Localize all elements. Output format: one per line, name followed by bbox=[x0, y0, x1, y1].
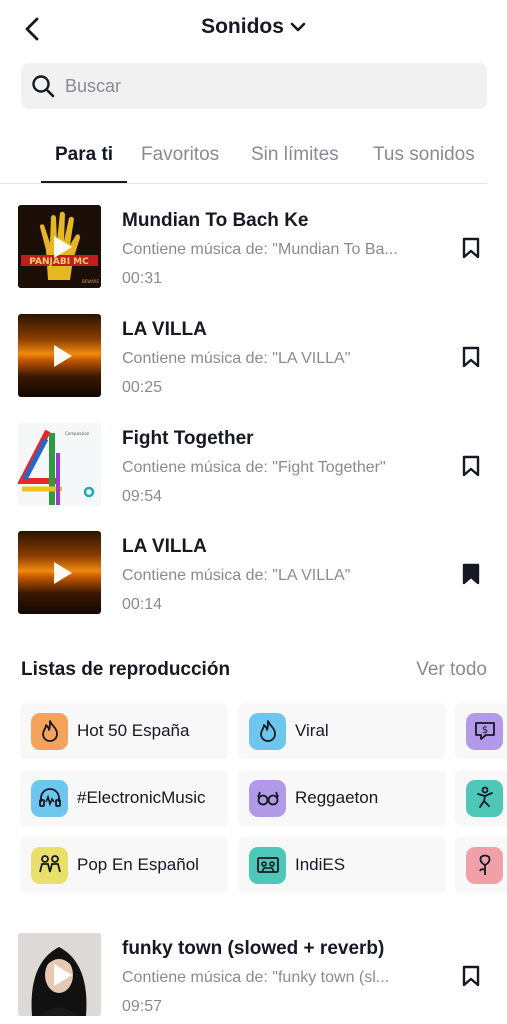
flame-icon bbox=[249, 712, 286, 750]
track-cover[interactable]: Compassion bbox=[18, 423, 101, 506]
bookmark-icon[interactable] bbox=[460, 236, 482, 260]
title-dropdown[interactable]: Sonidos bbox=[0, 15, 507, 39]
play-icon bbox=[53, 235, 72, 258]
chevron-down-icon bbox=[290, 22, 306, 32]
track-subtitle: Contiene música de: "funky town (sl... bbox=[122, 969, 390, 986]
tab-tus-sonidos[interactable]: Tus sonidos bbox=[373, 144, 475, 166]
track-cover[interactable]: PANJABI MC BEWARE bbox=[18, 205, 101, 288]
track-row[interactable]: funky town (slowed + reverb) Contiene mú… bbox=[0, 933, 507, 1017]
track-cover[interactable] bbox=[18, 531, 101, 614]
cassette-icon bbox=[249, 846, 286, 884]
playlist-label: IndiES bbox=[295, 855, 346, 874]
playlists-header: Listas de reproducción Ver todo bbox=[21, 659, 487, 685]
track-title: LA VILLA bbox=[122, 536, 207, 557]
track-row[interactable]: LA VILLA Contiene música de: "LA VILLA" … bbox=[0, 531, 507, 615]
playlist-label: #ElectronicMusic bbox=[77, 788, 206, 807]
tab-para-ti[interactable]: Para ti bbox=[55, 144, 113, 166]
tab-bar: Para ti Favoritos Sin límites Tus sonido… bbox=[0, 130, 487, 184]
track-duration: 09:54 bbox=[122, 488, 163, 505]
section-title: Listas de reproducción bbox=[21, 659, 231, 680]
bookmark-filled-icon[interactable] bbox=[460, 562, 482, 586]
rose-icon bbox=[466, 846, 503, 884]
playlist-chip[interactable]: IndiES bbox=[238, 837, 446, 893]
dancer-icon bbox=[466, 779, 503, 817]
playlist-chip[interactable] bbox=[455, 837, 507, 893]
tab-sin-limites[interactable]: Sin límites bbox=[251, 144, 339, 166]
track-title: funky town (slowed + reverb) bbox=[122, 938, 385, 959]
playlist-chip[interactable]: #ElectronicMusic bbox=[20, 770, 228, 826]
svg-text:Compassion: Compassion bbox=[65, 431, 90, 436]
header: Sonidos bbox=[0, 0, 507, 58]
play-icon bbox=[53, 963, 72, 986]
playlist-chip[interactable]: Pop En Español bbox=[20, 837, 228, 893]
number-four-artwork: Compassion bbox=[18, 423, 101, 506]
track-duration: 00:14 bbox=[122, 596, 163, 613]
track-subtitle: Contiene música de: "Mundian To Ba... bbox=[122, 241, 398, 258]
tab-favoritos[interactable]: Favoritos bbox=[141, 144, 219, 166]
track-duration: 00:31 bbox=[122, 270, 163, 287]
play-icon bbox=[53, 344, 72, 367]
playlist-chip[interactable] bbox=[455, 770, 507, 826]
playlist-label: Hot 50 España bbox=[77, 721, 190, 740]
track-title: LA VILLA bbox=[122, 319, 207, 340]
track-duration: 00:25 bbox=[122, 379, 163, 396]
playlist-chip[interactable]: Hot 50 España bbox=[20, 703, 228, 759]
sunglasses-icon bbox=[249, 779, 286, 817]
track-row[interactable]: LA VILLA Contiene música de: "LA VILLA" … bbox=[0, 314, 507, 398]
track-title: Mundian To Bach Ke bbox=[122, 210, 309, 231]
track-cover[interactable] bbox=[18, 933, 101, 1016]
track-row[interactable]: Compassion Fight Together Contiene músic… bbox=[0, 423, 507, 507]
svg-text:PANJABI MC: PANJABI MC bbox=[29, 257, 89, 267]
see-all-link[interactable]: Ver todo bbox=[416, 659, 487, 681]
bookmark-icon[interactable] bbox=[460, 454, 482, 478]
track-row[interactable]: PANJABI MC BEWARE Mundian To Bach Ke Con… bbox=[0, 205, 507, 289]
track-subtitle: Contiene música de: "LA VILLA" bbox=[122, 350, 351, 367]
search-bar[interactable] bbox=[21, 63, 487, 109]
tab-active-indicator bbox=[41, 181, 127, 183]
track-duration: 09:57 bbox=[122, 998, 163, 1015]
svg-text:BEWARE: BEWARE bbox=[82, 279, 100, 284]
flame-icon bbox=[31, 712, 68, 750]
playlist-chip[interactable]: Reggaeton bbox=[238, 770, 446, 826]
people-icon bbox=[31, 846, 68, 884]
track-subtitle: Contiene música de: "LA VILLA" bbox=[122, 567, 351, 584]
playlist-label: Pop En Español bbox=[77, 855, 199, 874]
playlist-chip[interactable]: $ bbox=[455, 703, 507, 759]
track-title: Fight Together bbox=[122, 428, 254, 449]
playlist-label: Reggaeton bbox=[295, 788, 379, 807]
page-title: Sonidos bbox=[201, 15, 284, 38]
svg-text:$: $ bbox=[481, 725, 487, 736]
search-icon bbox=[30, 73, 56, 99]
play-icon bbox=[53, 561, 72, 584]
search-input[interactable] bbox=[65, 75, 465, 97]
track-cover[interactable] bbox=[18, 314, 101, 397]
headphones-icon bbox=[31, 779, 68, 817]
bookmark-icon[interactable] bbox=[460, 964, 482, 988]
track-subtitle: Contiene música de: "Fight Together" bbox=[122, 459, 386, 476]
playlist-label: Viral bbox=[295, 721, 329, 740]
playlist-chip[interactable]: Viral bbox=[238, 703, 446, 759]
bookmark-icon[interactable] bbox=[460, 345, 482, 369]
money-chat-icon: $ bbox=[466, 712, 503, 750]
